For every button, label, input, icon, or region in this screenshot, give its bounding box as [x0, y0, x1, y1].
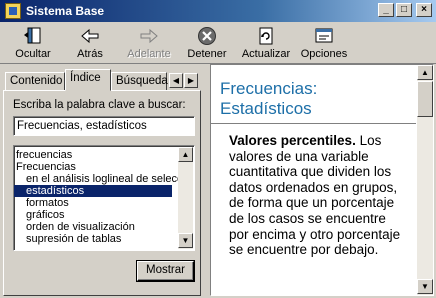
topic-content-pane: Frecuencias: Estadísticos Valores percen…	[210, 64, 434, 296]
index-list-scrollbar[interactable]: ▲ ▼	[178, 147, 193, 249]
forward-button[interactable]: Adelante	[124, 24, 174, 62]
stop-icon	[198, 27, 216, 45]
topic-text: Los valores de una variable cuantitativa…	[229, 133, 401, 258]
index-list[interactable]: frecuencias Frecuencias en el análisis l…	[13, 145, 195, 251]
list-item[interactable]: supresión de tablas	[26, 233, 121, 245]
scroll-up-icon[interactable]: ▲	[178, 147, 193, 162]
options-button[interactable]: Opciones	[300, 24, 348, 62]
mostrar-button[interactable]: Mostrar	[137, 261, 194, 281]
scroll-thumb[interactable]	[417, 81, 433, 117]
tab-strip: Contenido Índice Búsqueda ◀ ▶	[3, 68, 201, 91]
refresh-button[interactable]: Actualizar	[240, 24, 292, 62]
scroll-down-icon[interactable]: ▼	[417, 279, 433, 294]
topic-body: Valores percentiles. Los valores de una …	[229, 133, 409, 258]
topic-title: Frecuencias: Estadísticos	[220, 79, 318, 118]
ocultar-button[interactable]: Ocultar	[8, 24, 58, 62]
keyword-search-input[interactable]	[13, 116, 195, 136]
tab-scroll-right-icon[interactable]: ▶	[184, 73, 198, 88]
index-panel: Escriba la palabra clave a buscar: frecu…	[3, 90, 201, 296]
list-item[interactable]: orden de visualización	[26, 221, 135, 233]
stop-button[interactable]: Detener	[184, 24, 230, 62]
navigation-pane: Contenido Índice Búsqueda ◀ ▶ Escriba la…	[3, 68, 201, 296]
content-scrollbar[interactable]: ▲ ▼	[417, 65, 433, 295]
list-item-selected[interactable]: estadísticos	[14, 185, 172, 197]
tab-indice[interactable]: Índice	[65, 69, 111, 91]
tab-scroll-left-icon[interactable]: ◀	[169, 73, 183, 88]
close-button[interactable]: ×	[416, 3, 432, 17]
arrow-left-icon	[81, 28, 99, 44]
list-item[interactable]: gráficos	[26, 209, 65, 221]
list-item[interactable]: Frecuencias	[16, 161, 76, 173]
divider	[211, 123, 416, 125]
minimize-button[interactable]: _	[378, 3, 394, 17]
hide-pane-icon	[24, 27, 41, 44]
maximize-button[interactable]: □	[396, 3, 412, 17]
list-item[interactable]: frecuencias	[16, 149, 72, 161]
topic-heading: Valores percentiles.	[229, 133, 356, 148]
window-title: Sistema Base	[26, 4, 105, 18]
tab-contenido[interactable]: Contenido	[5, 72, 65, 91]
toolbar: Ocultar Atrás Adelante Detener Actualiza…	[0, 22, 436, 64]
title-bar[interactable]: Sistema Base _ □ ×	[0, 0, 436, 22]
refresh-icon	[259, 27, 273, 45]
options-icon	[315, 28, 333, 43]
help-book-icon	[5, 3, 21, 19]
arrow-right-icon	[140, 28, 158, 44]
tab-busqueda[interactable]: Búsqueda	[111, 72, 168, 91]
scroll-down-icon[interactable]: ▼	[178, 233, 193, 248]
search-label: Escriba la palabra clave a buscar:	[13, 99, 186, 111]
list-item[interactable]: en el análisis loglineal de selecc	[26, 173, 183, 185]
list-item[interactable]: formatos	[26, 197, 69, 209]
scroll-up-icon[interactable]: ▲	[417, 65, 433, 80]
back-button[interactable]: Atrás	[68, 24, 112, 62]
